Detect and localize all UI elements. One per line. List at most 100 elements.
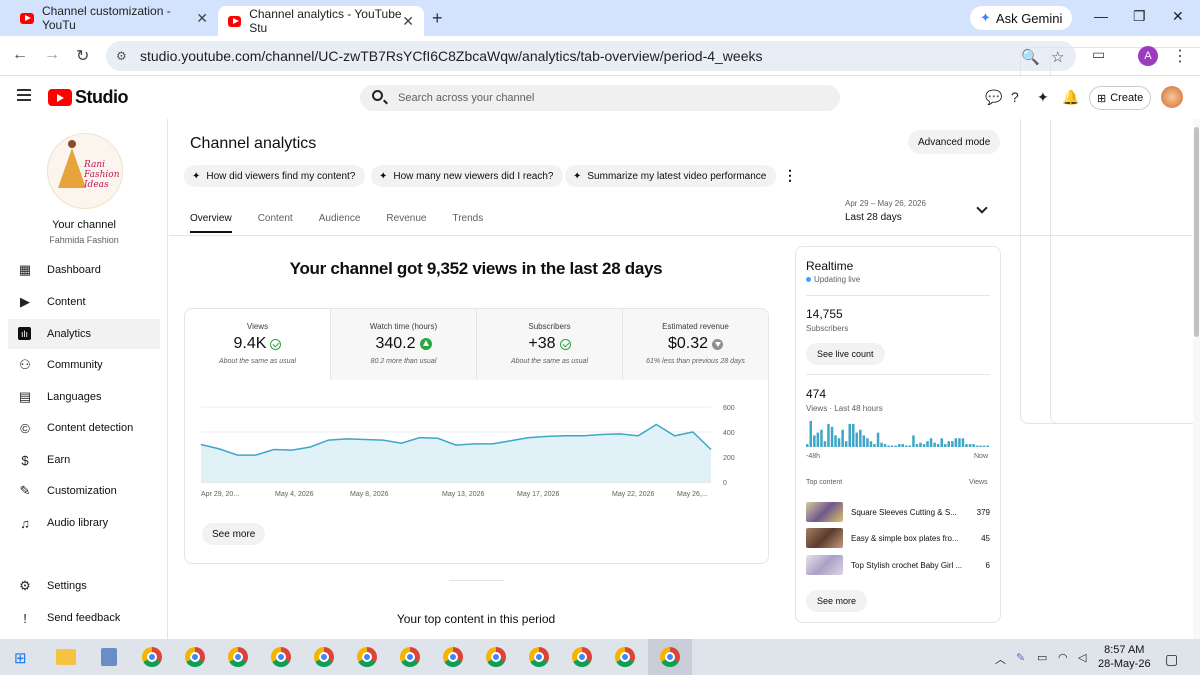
chevron-down-icon[interactable] xyxy=(976,202,988,214)
chrome-icon[interactable] xyxy=(357,647,377,667)
create-button[interactable]: ⊞ Create xyxy=(1089,86,1152,110)
tab-audience[interactable]: Audience xyxy=(319,213,361,233)
chrome-icon[interactable] xyxy=(486,647,506,667)
chrome-icon[interactable] xyxy=(228,647,248,667)
chrome-icon[interactable] xyxy=(142,647,162,667)
date-range-label[interactable]: Last 28 days xyxy=(845,212,902,223)
sidebar-item-analytics[interactable]: ılı Analytics xyxy=(8,319,160,349)
list-item[interactable]: Top Stylish crochet Baby Girl ... 6 xyxy=(806,555,990,575)
sidebar-item-earn[interactable]: $ Earn xyxy=(8,445,160,475)
sidebar-item-languages[interactable]: ▤ Languages xyxy=(8,382,160,412)
file-explorer-icon[interactable] xyxy=(56,649,76,665)
chrome-icon[interactable] xyxy=(185,647,205,667)
chrome-icon[interactable] xyxy=(660,647,680,667)
browser-menu-icon[interactable]: ⋮ xyxy=(1172,46,1188,66)
chrome-icon[interactable] xyxy=(400,647,420,667)
battery-icon[interactable]: ▭ xyxy=(1037,651,1047,664)
metric-value: 9.4K xyxy=(233,335,267,352)
chrome-icon[interactable] xyxy=(314,647,334,667)
notification-center-icon[interactable]: ▢ xyxy=(1165,651,1178,668)
pen-icon[interactable]: ✎ xyxy=(1016,651,1025,664)
channel-logo[interactable]: Rani Fashion Ideas xyxy=(47,133,123,209)
tray-chevron-icon[interactable]: ︿ xyxy=(995,651,1006,667)
studio-logo[interactable]: Studio xyxy=(48,87,129,108)
windows-start-icon[interactable]: ⊞ xyxy=(14,649,27,667)
menu-icon[interactable] xyxy=(17,89,31,104)
sidebar-item-community[interactable]: ⚇ Community xyxy=(8,350,160,380)
sidebar-item-settings[interactable]: ⚙ Settings xyxy=(8,571,160,601)
chrome-icon[interactable] xyxy=(529,647,549,667)
browser-tab-analytics[interactable]: Channel analytics - YouTube Stu ✕ xyxy=(218,6,424,36)
tab-trends[interactable]: Trends xyxy=(452,213,483,233)
reading-list-icon[interactable]: ▭ xyxy=(1092,46,1105,63)
notifications-bell-icon[interactable]: 🔔 xyxy=(1062,89,1079,106)
realtime-bar xyxy=(915,444,919,447)
more-options-icon[interactable]: ⋮ xyxy=(783,167,797,184)
sidebar-item-dashboard[interactable]: ▦ Dashboard xyxy=(8,255,160,285)
chrome-icon[interactable] xyxy=(271,647,291,667)
ask-chip-traffic[interactable]: ✦ How did viewers find my content? xyxy=(184,165,366,187)
chrome-icon[interactable] xyxy=(572,647,592,667)
list-item[interactable]: Square Sleeves Cutting & S... 379 xyxy=(806,502,990,522)
volume-icon[interactable]: ◁ xyxy=(1078,651,1086,664)
sidebar-item-label: Dashboard xyxy=(47,264,101,276)
sidebar-item-content[interactable]: ▶ Content xyxy=(8,287,160,317)
realtime-bar-chart[interactable] xyxy=(806,419,992,447)
tab-content[interactable]: Content xyxy=(258,213,293,233)
advanced-mode-button[interactable]: Advanced mode xyxy=(908,130,1001,154)
close-tab-icon[interactable]: ✕ xyxy=(402,13,414,30)
messages-icon[interactable]: 💬 xyxy=(985,89,1002,106)
search-input[interactable]: Search across your channel xyxy=(360,85,840,111)
sidebar-item-content-detection[interactable]: © Content detection xyxy=(8,413,160,443)
arrow-down-circle-icon xyxy=(712,338,724,350)
metric-subscribers[interactable]: Subscribers +38 About the same as usual xyxy=(476,309,622,380)
restore-icon[interactable]: ❐ xyxy=(1133,8,1146,25)
url-field[interactable]: ⚙ studio.youtube.com/channel/UC-zwTB7RsY… xyxy=(106,41,1200,424)
sidebar-item-customization[interactable]: ✎ Customization xyxy=(8,476,160,506)
realtime-bar xyxy=(894,445,897,447)
forward-arrow-icon[interactable]: → xyxy=(44,46,60,64)
ask-chip-summarize[interactable]: ✦ Summarize my latest video performance xyxy=(565,165,777,187)
system-clock[interactable]: 8:57 AM 28-May-26 xyxy=(1098,643,1151,671)
scrollbar-thumb[interactable] xyxy=(1194,127,1199,337)
ask-chip-new-viewers[interactable]: ✦ How many new viewers did I reach? xyxy=(371,165,564,187)
chrome-icon[interactable] xyxy=(615,647,635,667)
close-tab-icon[interactable]: ✕ xyxy=(196,10,208,27)
chrome-icon[interactable] xyxy=(443,647,463,667)
close-window-icon[interactable]: ✕ xyxy=(1172,8,1184,25)
wifi-icon[interactable]: ◠ xyxy=(1058,651,1068,664)
sidebar-item-send-feedback[interactable]: ! Send feedback xyxy=(8,603,160,633)
metric-note: About the same as usual xyxy=(218,358,297,365)
metric-watch-time[interactable]: Watch time (hours) 340.2 80.2 more than … xyxy=(330,309,476,380)
sidebar-item-audio-library[interactable]: ♫ Audio library xyxy=(8,508,160,538)
scrollbar[interactable] xyxy=(1193,119,1200,639)
profile-avatar[interactable]: A xyxy=(1138,46,1158,66)
see-more-button[interactable]: See more xyxy=(202,523,266,545)
see-live-count-button[interactable]: See live count xyxy=(806,343,885,365)
video-title: Top Stylish crochet Baby Girl ... xyxy=(851,560,963,570)
tab-revenue[interactable]: Revenue xyxy=(386,213,426,233)
tab-overview[interactable]: Overview xyxy=(190,213,232,233)
reload-icon[interactable]: ↻ xyxy=(76,46,89,66)
site-settings-icon[interactable]: ⚙ xyxy=(116,49,127,63)
subscriber-label: Subscribers xyxy=(806,324,849,333)
ask-gemini-button[interactable]: ✦ Ask Gemini xyxy=(970,6,1073,30)
account-avatar[interactable] xyxy=(1161,86,1183,108)
x-tick-label: May 4, 2026 xyxy=(275,491,314,498)
metric-revenue[interactable]: Estimated revenue $0.32 61% less than pr… xyxy=(622,309,768,380)
minimize-icon[interactable]: — xyxy=(1094,8,1108,24)
metric-views[interactable]: Views 9.4K About the same as usual xyxy=(185,309,330,380)
realtime-bar xyxy=(961,438,965,447)
subscriber-count: 14,755 xyxy=(806,307,843,321)
date-range-text[interactable]: Apr 29 – May 26, 2026 xyxy=(845,199,926,208)
realtime-see-more-button[interactable]: See more xyxy=(806,590,868,612)
tabs-divider xyxy=(169,235,1192,236)
calculator-icon[interactable] xyxy=(101,648,117,666)
help-icon[interactable]: ? xyxy=(1011,89,1019,105)
views-line-chart[interactable]: 0 200 400 600 Apr 29, 20... May 4, 2026 May 8,… xyxy=(185,399,768,514)
sparkle-icon[interactable]: ✦ xyxy=(1037,89,1049,106)
list-item[interactable]: Easy & simple box plates fro... 45 xyxy=(806,528,990,548)
browser-tab-customization[interactable]: Channel customization - YouTu ✕ xyxy=(10,4,218,32)
new-tab-button[interactable]: + xyxy=(432,8,443,29)
back-arrow-icon[interactable]: ← xyxy=(12,46,28,64)
